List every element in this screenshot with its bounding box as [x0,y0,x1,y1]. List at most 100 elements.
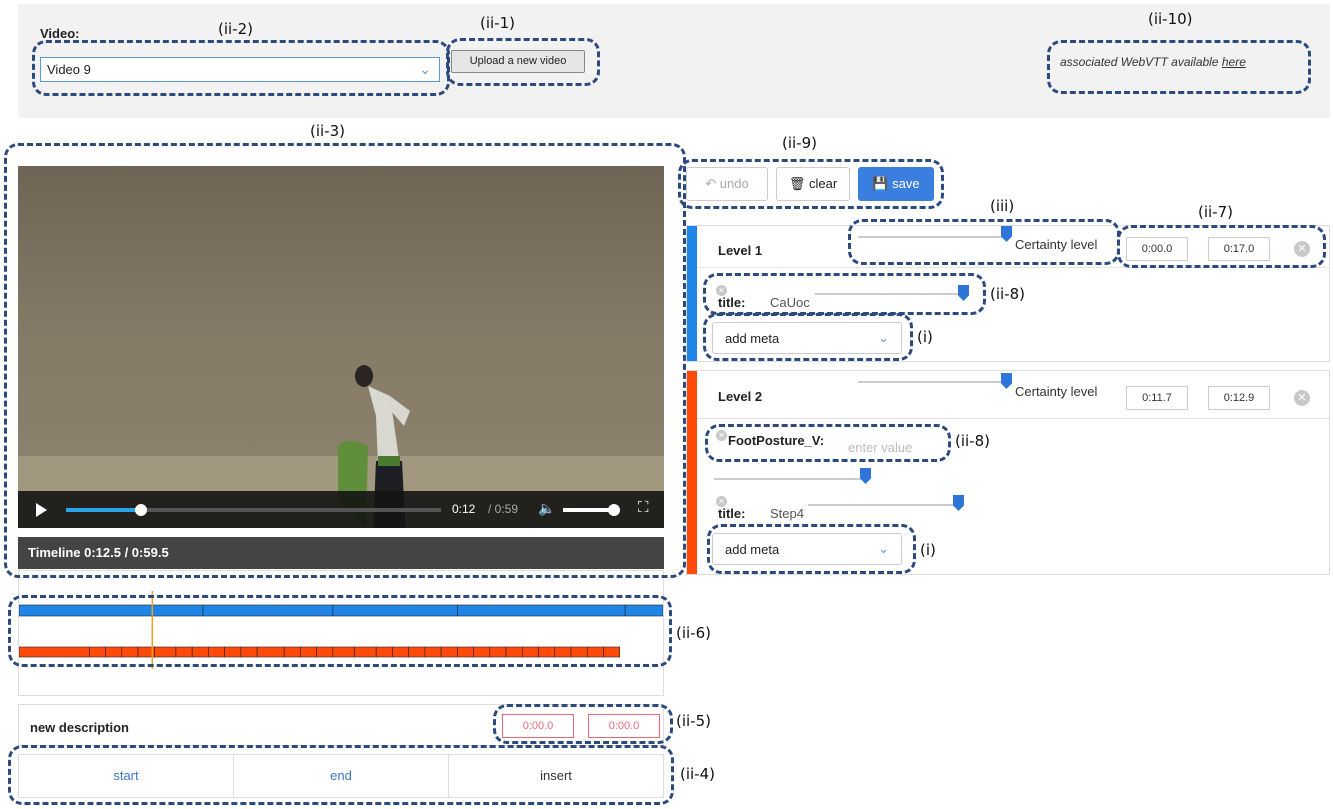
annotation-label-ii-8-level1: (ii-8) [990,285,1025,303]
new-description-end-input[interactable]: 0:00.0 [588,714,660,738]
insert-button[interactable]: insert [449,755,663,797]
level-2-timeline-segment[interactable] [283,646,301,658]
chevron-down-icon: ⌄ [878,541,889,556]
level-2-timeline-segment[interactable] [603,646,621,658]
level-2-title: Level 2 [718,389,763,404]
level-2-timeline-segment[interactable] [538,646,556,658]
level-2-timeline-segment[interactable] [473,646,491,658]
annotation-label-ii-9: (ii-9) [782,134,817,152]
level-2-timeline-segment[interactable] [554,646,572,658]
level-1-start-time[interactable]: 0:00.0 [1126,237,1188,261]
new-description-start-input[interactable]: 0:00.0 [502,714,574,738]
annotation-label-ii-3: (ii-3) [310,122,345,140]
level-2-timeline-segment[interactable] [316,646,334,658]
level-2-timeline-segment[interactable] [505,646,523,658]
level-2-timeline-segment[interactable] [19,646,90,658]
level-2-timeline-segment[interactable] [191,646,209,658]
level-1-remove-icon[interactable]: ✕ [1294,241,1310,257]
level-1-timeline-segment[interactable] [19,604,204,617]
level-2-timeline-segment[interactable] [105,646,123,658]
level-2-footposture-input[interactable]: enter value [848,440,912,455]
level-2-end-time[interactable]: 0:12.9 [1208,386,1270,410]
level-1-certainty-label: Certainty level [1015,237,1098,252]
level-2-timeline-segment[interactable] [300,646,317,658]
level-2-timeline-segment[interactable] [489,646,507,658]
level-2-add-meta-select[interactable]: add meta ⌄ [712,533,902,565]
level-2-timeline-segment[interactable] [332,646,355,658]
level-2-timeline-segment[interactable] [375,646,393,658]
level-1-add-meta-select[interactable]: add meta ⌄ [712,322,902,354]
undo-label: undo [719,176,749,191]
level-2-footposture-certainty-slider[interactable] [714,478,866,480]
level-2-meta-value-title[interactable]: Step4 [770,506,804,521]
level-1-timeline-segment[interactable] [457,604,626,617]
level-1-timeline-segment[interactable] [624,604,663,617]
level-2-add-meta-label: add meta [725,542,780,557]
trash-icon: 🗑 [788,176,806,191]
clear-button[interactable]: 🗑 clear [776,167,850,201]
upload-video-button[interactable]: Upload a new video [451,50,585,73]
timeline-tracks[interactable] [19,571,663,695]
level-1-timeline-segment[interactable] [332,604,458,617]
annotation-label-i-level2: (i) [920,541,936,559]
level-1-meta-certainty-slider[interactable] [815,293,965,295]
undo-button[interactable]: ↶ undo [686,167,768,201]
level-2-timeline-segment[interactable] [424,646,442,658]
level-2-timeline-segment[interactable] [208,646,225,658]
level-1-meta-value[interactable]: CaUoc [770,295,810,310]
level-1-end-time[interactable]: 0:17.0 [1208,237,1270,261]
webvtt-text: associated WebVTT available [1060,55,1222,69]
play-icon[interactable] [36,503,47,517]
annotation-label-iii: (iii) [990,197,1015,215]
level-2-footposture-remove-icon[interactable]: ✕ [716,430,727,441]
save-label: save [892,176,920,191]
fullscreen-icon[interactable]: ⛶ [638,499,649,516]
level-2-certainty-label: Certainty level [1015,384,1098,399]
total-time: / 0:59 [488,502,519,516]
level-2-timeline-segment[interactable] [256,646,285,658]
level-2-certainty-slider[interactable] [858,381,1008,383]
level-2-timeline-segment[interactable] [408,646,426,658]
level-2-timeline-segment[interactable] [224,646,242,658]
video-progress-fill [66,508,141,512]
video-progress-bar[interactable] [66,504,441,516]
level-1-add-meta-label: add meta [725,331,780,346]
end-button[interactable]: end [234,755,449,797]
timeline-track-area[interactable] [18,570,664,696]
level-2-meta-key-title: title: [718,506,746,521]
save-button[interactable]: 💾 save [858,167,934,201]
level-2-timeline-segment[interactable] [89,646,106,658]
level-2-timeline-segment[interactable] [392,646,409,658]
level-2-timeline-segment[interactable] [521,646,539,658]
level-2-timeline-segment[interactable] [440,646,458,658]
annotation-label-ii-8-level2: (ii-8) [955,432,990,450]
level-2-start-time[interactable]: 0:11.7 [1126,386,1188,410]
level-2-timeline-segment[interactable] [354,646,377,658]
video-player[interactable]: 0:12 / 0:59 🔈 ⛶ [18,166,664,528]
webvtt-link[interactable]: here [1222,55,1246,69]
level-2-color-bar [687,371,697,574]
chevron-down-icon: ⌄ [878,330,889,345]
level-2-timeline-segment[interactable] [457,646,474,658]
level-2-meta-key-footposture: FootPosture_V: [728,433,825,448]
level-2-timeline-segment[interactable] [121,646,139,658]
level-2-remove-icon[interactable]: ✕ [1294,390,1310,406]
level-2-timeline-segment[interactable] [570,646,588,658]
level-1-timeline-segment[interactable] [202,604,334,617]
level-2-timeline-segment[interactable] [586,646,604,658]
level-1-certainty-slider[interactable] [858,236,1008,238]
level-2-timeline-segment[interactable] [240,646,258,658]
video-progress-handle[interactable] [135,504,147,516]
annotation-label-ii-10: (ii-10) [1148,10,1193,28]
volume-handle[interactable] [608,504,620,516]
volume-icon[interactable]: 🔈 [538,500,555,517]
level-2-timeline-segment[interactable] [175,646,193,658]
level-2-timeline-segment[interactable] [153,646,177,658]
chevron-down-icon: ⌄ [419,61,431,77]
annotation-label-ii-1: (ii-1) [480,14,515,32]
start-button[interactable]: start [19,755,234,797]
volume-slider[interactable] [563,508,613,512]
video-select[interactable]: Video 9 ⌄ [40,57,440,82]
level-2-title-certainty-slider[interactable] [808,504,960,506]
annotation-label-ii-5: (ii-5) [676,712,711,730]
